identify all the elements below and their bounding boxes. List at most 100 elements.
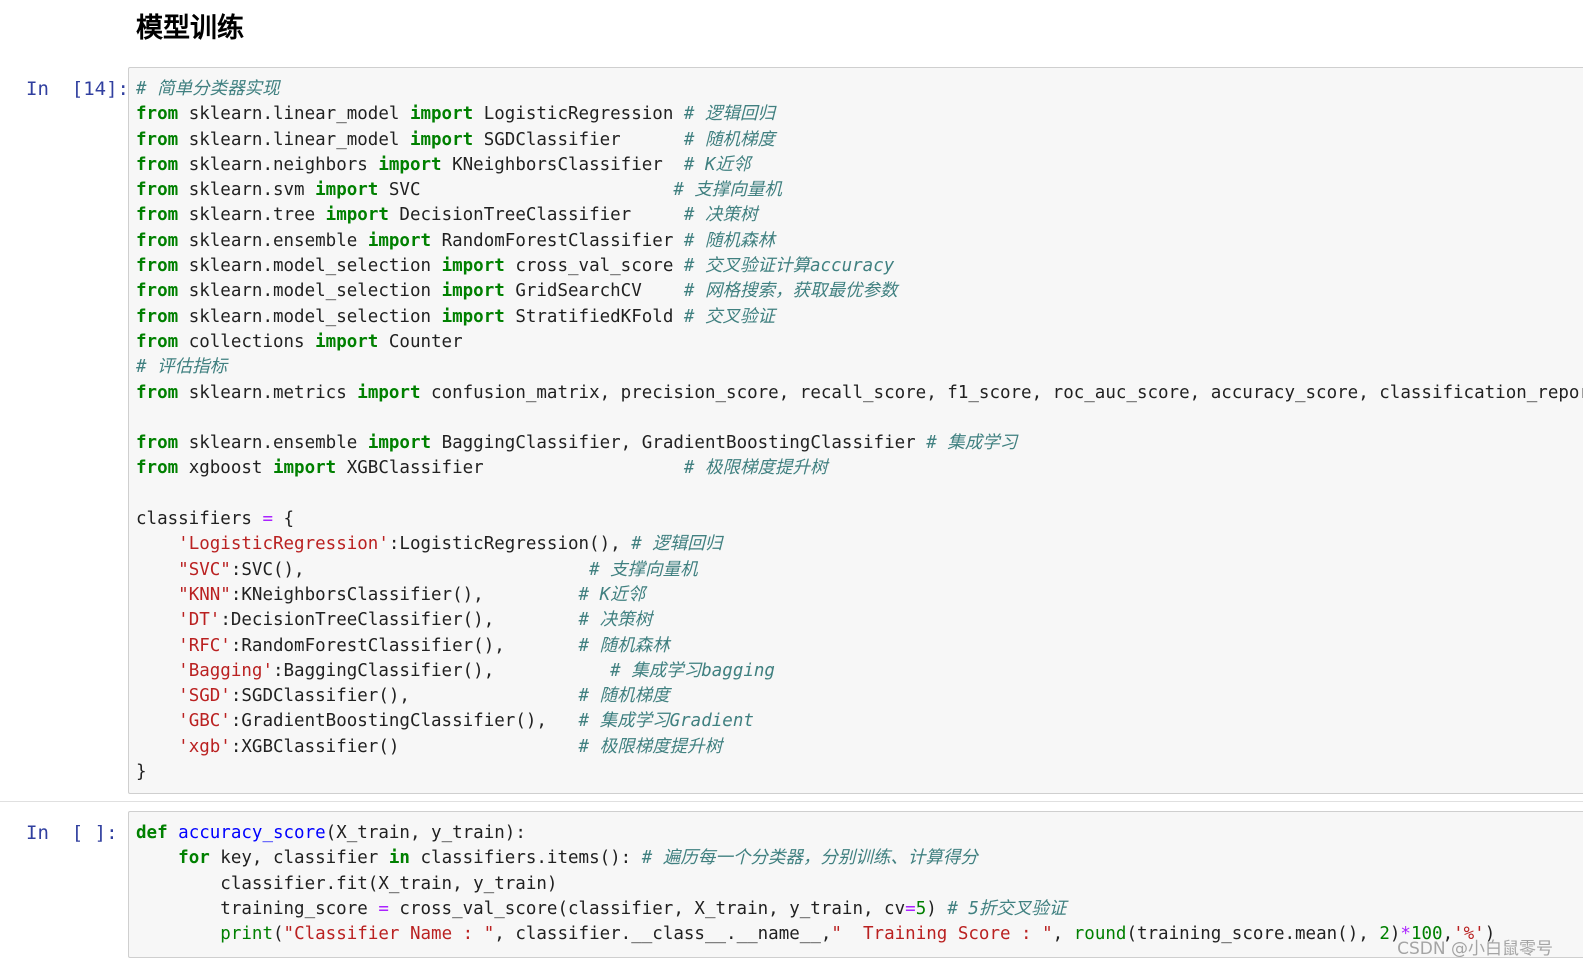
keyword-token: from [136, 205, 179, 226]
code-token: :SVC(), [230, 559, 590, 580]
code-token: :XGBClassifier() [230, 736, 579, 757]
code-token: collections [178, 331, 316, 352]
code-token: sklearn.model_selection [178, 306, 442, 327]
code-line: "SVC":SVC(), # 支撑向量机 [136, 558, 1583, 583]
code-line: classifiers = { [136, 507, 1583, 532]
keyword-token: from [136, 256, 179, 277]
code-token: } [136, 762, 147, 783]
code-line: from sklearn.neighbors import KNeighbors… [136, 153, 1583, 178]
keyword-token: import [272, 458, 337, 479]
function-name-token: accuracy_score [178, 823, 326, 843]
comment-token: # 集成学习 [926, 433, 1018, 454]
code-token: classifiers.items(): [409, 848, 642, 869]
string-token: 'Bagging' [178, 660, 273, 681]
code-token: BaggingClassifier, GradientBoostingClass… [431, 433, 927, 454]
code-token: Counter [378, 331, 463, 352]
code-line: 'Bagging':BaggingClassifier(), # 集成学习bag… [136, 659, 1583, 684]
keyword-token: import [357, 382, 421, 403]
code-line: from sklearn.ensemble import RandomFores… [136, 229, 1583, 254]
operator-token: = [378, 898, 389, 919]
code-token: sklearn.tree [178, 205, 326, 226]
code-token: classifier.fit(X_train, y_train) [136, 873, 558, 894]
code-token: ( [272, 924, 284, 945]
code-token: SGDClassifier [473, 129, 684, 150]
comment-token: # 交叉验证 [683, 306, 775, 327]
keyword-token: import [441, 256, 505, 277]
string-token: " Training Score : " [831, 924, 1053, 945]
code-token: classifiers [136, 509, 263, 530]
cell-1-code[interactable]: # 简单分类器实现 from sklearn.linear_model impor… [136, 77, 1583, 785]
code-token: training_score [136, 898, 379, 919]
code-token: SVC [378, 180, 674, 201]
keyword-token: from [136, 230, 179, 251]
builtin-token: print [220, 924, 273, 945]
keyword-token: import [325, 205, 389, 226]
comment-token: # 网格搜索，获取最优参数 [683, 281, 898, 302]
code-line: def accuracy_score(X_train, y_train): [136, 821, 1495, 846]
number-token: 5 [915, 898, 927, 919]
code-token: XGBClassifier [336, 458, 684, 479]
keyword-token: from [136, 433, 179, 454]
comment-token: # 支撑向量机 [673, 180, 782, 201]
comment-token: # 决策树 [683, 205, 758, 226]
keyword-token: in [388, 848, 410, 869]
cell-2-code[interactable]: def accuracy_score(X_train, y_train): fo… [136, 821, 1495, 947]
code-line: from sklearn.ensemble import BaggingClas… [136, 431, 1583, 456]
code-token: :DecisionTreeClassifier(), [220, 610, 579, 631]
comment-token: # 评估指标 [136, 357, 228, 378]
code-line: from collections import Counter [136, 330, 1583, 355]
keyword-token: import [441, 281, 505, 302]
keyword-token: import [378, 154, 442, 175]
keyword-token: from [136, 154, 179, 175]
code-line: 'GBC':GradientBoostingClassifier(), # 集成… [136, 709, 1583, 734]
cell-1-input-area[interactable]: # 简单分类器实现 from sklearn.linear_model impor… [128, 67, 1583, 794]
code-token: , [1052, 924, 1074, 945]
comment-token: # 极限梯度提升树 [578, 736, 723, 757]
code-token: cross_val_score [504, 256, 684, 277]
code-line: from sklearn.linear_model import Logisti… [136, 102, 1583, 127]
code-line: 'DT':DecisionTreeClassifier(), # 决策树 [136, 608, 1583, 633]
code-token: :LogisticRegression(), [388, 534, 632, 555]
comment-token: # 集成学习bagging [610, 660, 775, 681]
code-token: cross_val_score(classifier, X_train, y_t… [388, 898, 906, 919]
comment-token: # 交叉验证计算accuracy [683, 256, 895, 277]
code-token: KNeighborsClassifier [441, 154, 684, 175]
code-token: (training_score.mean(), [1126, 924, 1380, 945]
keyword-token: def [136, 823, 168, 843]
keyword-token: from [136, 458, 179, 479]
code-token: :GradientBoostingClassifier(), [230, 711, 579, 732]
code-line: # 评估指标 [136, 355, 1583, 380]
code-line: from sklearn.model_selection import Grid… [136, 279, 1583, 304]
comment-token: # 5折交叉验证 [947, 898, 1067, 919]
keyword-token: from [136, 180, 179, 201]
code-token: , classifier.__class__.__name__, [494, 924, 832, 945]
markdown-heading: 模型训练 [136, 13, 244, 44]
string-token: 'xgb' [178, 736, 231, 757]
comment-token: # K近邻 [578, 584, 646, 605]
cell-2-input-area[interactable]: def accuracy_score(X_train, y_train): fo… [128, 811, 1583, 958]
code-line: from sklearn.linear_model import SGDClas… [136, 128, 1583, 153]
keyword-token: from [136, 129, 179, 150]
code-token: :KNeighborsClassifier(), [230, 584, 579, 605]
keyword-token: from [136, 281, 179, 302]
keyword-token: import [367, 230, 432, 251]
comment-token: # K近邻 [683, 154, 751, 175]
csdn-watermark: CSDN @小白鼠零号 [1397, 939, 1553, 959]
comment-token: # 集成学习Gradient [578, 711, 754, 732]
comment-token: # 遍历每一个分类器，分别训练、计算得分 [641, 848, 978, 869]
code-line: from xgboost import XGBClassifier # 极限梯度… [136, 456, 1583, 481]
code-line: from sklearn.model_selection import Stra… [136, 305, 1583, 330]
code-token: GridSearchCV [504, 281, 684, 302]
operator-token: = [905, 898, 916, 919]
comment-token: # 随机梯度 [578, 686, 670, 707]
number-token: 2 [1379, 924, 1390, 945]
code-line: # 简单分类器实现 [136, 77, 1583, 102]
code-line: 'SGD':SGDClassifier(), # 随机梯度 [136, 684, 1583, 709]
code-token: DecisionTreeClassifier [388, 205, 684, 226]
